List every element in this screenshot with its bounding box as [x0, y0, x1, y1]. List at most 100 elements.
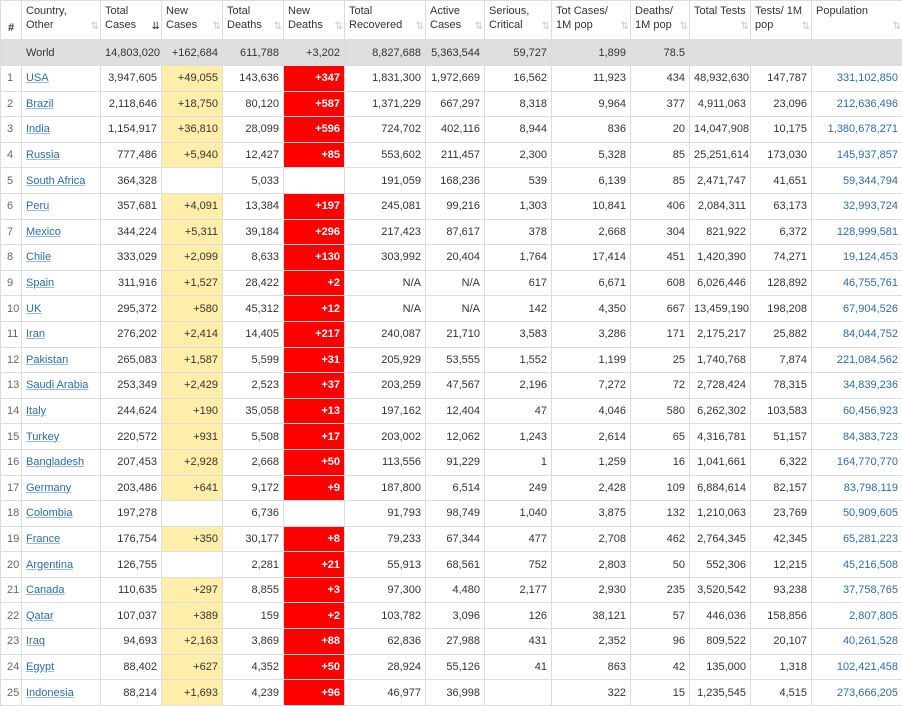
- population-link[interactable]: 83,798,119: [844, 482, 898, 494]
- sort-icon[interactable]: ⇅: [475, 20, 481, 34]
- country-link[interactable]: Canada: [26, 584, 65, 596]
- cell-value: 295,372: [117, 303, 157, 315]
- country-link[interactable]: Peru: [26, 200, 49, 212]
- sort-icon[interactable]: ⇅: [416, 20, 422, 34]
- sort-icon[interactable]: ⇅: [893, 20, 899, 34]
- column-header-label: #: [8, 22, 14, 34]
- country-link[interactable]: Mexico: [26, 226, 61, 238]
- cell-active-cases: N/A: [426, 270, 485, 296]
- sort-icon[interactable]: ⇅: [680, 20, 686, 34]
- cell-value: 15: [673, 687, 685, 699]
- column-header-total-cases[interactable]: Total Cases⇊: [101, 1, 162, 40]
- column-header-population[interactable]: Population⇅: [812, 1, 902, 40]
- sort-icon[interactable]: ⇅: [621, 20, 627, 34]
- column-header-new-deaths[interactable]: New Deaths⇅: [284, 1, 345, 40]
- population-link[interactable]: 164,770,770: [837, 456, 898, 468]
- population-link[interactable]: 331,102,850: [837, 72, 898, 84]
- population-link[interactable]: 1,380,678,271: [828, 123, 898, 135]
- column-header-country[interactable]: Country, Other⇅: [22, 1, 101, 40]
- country-link[interactable]: Saudi Arabia: [26, 379, 88, 391]
- population-link[interactable]: 128,999,581: [837, 226, 898, 238]
- column-header-num[interactable]: #: [1, 1, 22, 40]
- sort-icon[interactable]: ⇅: [213, 20, 219, 34]
- population-link[interactable]: 46,755,761: [843, 277, 898, 289]
- country-link[interactable]: USA: [26, 72, 49, 84]
- cell-new-cases: +4,091: [162, 193, 223, 219]
- cell-value: 113,556: [382, 456, 421, 468]
- column-header-active-cases[interactable]: Active Cases⇅: [426, 1, 485, 40]
- country-link[interactable]: Indonesia: [26, 687, 74, 699]
- country-link[interactable]: Egypt: [26, 661, 54, 673]
- country-link[interactable]: Russia: [26, 149, 60, 161]
- cell-country: Peru: [22, 193, 101, 219]
- cell-value: +88: [321, 635, 340, 647]
- population-link[interactable]: 212,636,496: [837, 98, 898, 110]
- cell-total-recovered: 245,081: [345, 193, 426, 219]
- country-link[interactable]: France: [26, 533, 60, 545]
- sort-icon[interactable]: ⇅: [542, 20, 548, 34]
- sort-icon[interactable]: ⇅: [741, 20, 747, 34]
- population-link[interactable]: 221,084,562: [837, 354, 898, 366]
- sort-icon[interactable]: ⇅: [335, 20, 341, 34]
- cell-serious: 8,318: [485, 91, 552, 117]
- cell-value: 253,349: [117, 379, 157, 391]
- country-link[interactable]: Bangladesh: [26, 456, 84, 468]
- country-link[interactable]: Brazil: [26, 98, 54, 110]
- population-link[interactable]: 37,758,765: [843, 584, 898, 596]
- cell-total-recovered: 197,162: [345, 398, 426, 424]
- country-link[interactable]: Iran: [26, 328, 45, 340]
- cell-value: 12,404: [446, 405, 480, 417]
- country-link[interactable]: South Africa: [26, 175, 85, 187]
- country-link[interactable]: Qatar: [26, 610, 54, 622]
- population-link[interactable]: 40,261,528: [843, 635, 898, 647]
- population-link[interactable]: 60,456,923: [843, 405, 898, 417]
- population-link[interactable]: 32,993,724: [843, 200, 898, 212]
- cell-new-deaths: +3,202: [284, 40, 345, 66]
- cell-pop: 212,636,496: [812, 91, 902, 117]
- country-link[interactable]: India: [26, 123, 50, 135]
- country-link[interactable]: Germany: [26, 482, 71, 494]
- country-link[interactable]: UK: [26, 303, 41, 315]
- cell-active-cases: 99,216: [426, 193, 485, 219]
- population-link[interactable]: 84,044,752: [843, 328, 898, 340]
- sort-icon[interactable]: ⇅: [802, 20, 808, 34]
- cell-pop: 40,261,528: [812, 629, 902, 655]
- population-link[interactable]: 145,937,857: [837, 149, 898, 161]
- population-link[interactable]: 2,807,805: [849, 610, 898, 622]
- column-header-total-deaths[interactable]: Total Deaths⇅: [223, 1, 284, 40]
- population-link[interactable]: 102,421,458: [837, 661, 898, 673]
- cell-value: 42,345: [773, 533, 807, 545]
- country-link[interactable]: Iraq: [26, 635, 45, 647]
- population-link[interactable]: 65,281,223: [843, 533, 898, 545]
- population-link[interactable]: 19,124,453: [843, 251, 898, 263]
- cell-total-cases: 357,681: [101, 193, 162, 219]
- country-link[interactable]: Pakistan: [26, 354, 68, 366]
- sort-desc-icon[interactable]: ⇊: [152, 20, 158, 34]
- sort-icon[interactable]: ⇅: [91, 20, 97, 34]
- country-link[interactable]: Italy: [26, 405, 46, 417]
- column-header-tests-per-m[interactable]: Tests/ 1M pop⇅: [751, 1, 812, 40]
- country-link[interactable]: Chile: [26, 251, 51, 263]
- population-link[interactable]: 50,909,605: [843, 507, 898, 519]
- cell-value: 6,262,302: [697, 405, 746, 417]
- column-header-deaths-per-m[interactable]: Deaths/ 1M pop⇅: [631, 1, 690, 40]
- country-link[interactable]: Argentina: [26, 559, 73, 571]
- column-header-total-tests[interactable]: Total Tests⇅: [690, 1, 751, 40]
- population-link[interactable]: 84,383,723: [843, 431, 898, 443]
- column-header-cases-per-m[interactable]: Tot Cases/ 1M pop⇅: [552, 1, 631, 40]
- country-link[interactable]: Colombia: [26, 507, 72, 519]
- population-link[interactable]: 34,839,236: [843, 379, 898, 391]
- sort-icon[interactable]: ⇅: [274, 20, 280, 34]
- cell-deaths-per-m: 16: [631, 449, 690, 475]
- population-link[interactable]: 67,904,526: [843, 303, 898, 315]
- cell-value: 777,486: [117, 149, 157, 161]
- cell-serious: 2,196: [485, 373, 552, 399]
- population-link[interactable]: 45,216,508: [843, 559, 898, 571]
- population-link[interactable]: 59,344,794: [843, 175, 898, 187]
- column-header-new-cases[interactable]: New Cases⇅: [162, 1, 223, 40]
- country-link[interactable]: Turkey: [26, 431, 59, 443]
- column-header-total-recovered[interactable]: Total Recovered⇅: [345, 1, 426, 40]
- country-link[interactable]: Spain: [26, 277, 54, 289]
- column-header-serious[interactable]: Serious, Critical⇅: [485, 1, 552, 40]
- population-link[interactable]: 273,666,205: [837, 687, 898, 699]
